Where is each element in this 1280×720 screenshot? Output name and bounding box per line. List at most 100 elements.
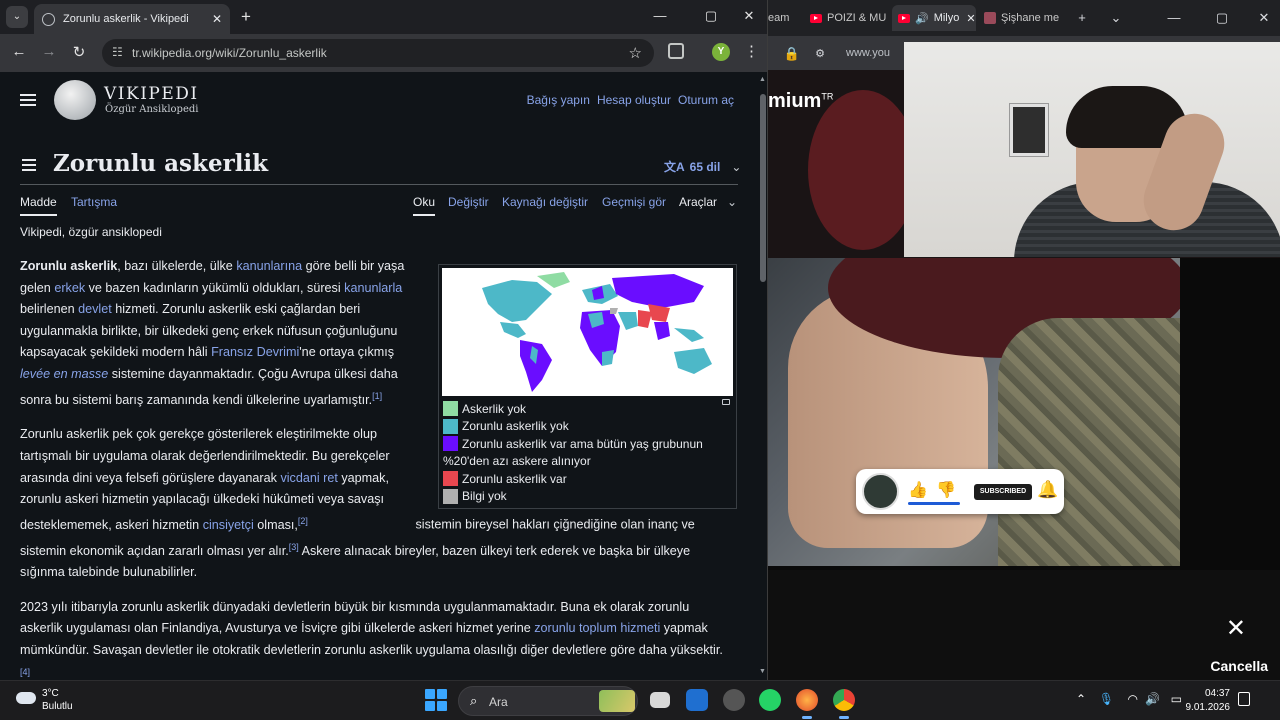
tab-sishane[interactable]: Şişhane me <box>984 5 1070 31</box>
beret-shape <box>808 90 918 250</box>
maximize-icon[interactable]: ▢ <box>699 8 723 24</box>
task-view-icon[interactable] <box>650 692 670 708</box>
minimize-icon[interactable]: — <box>648 8 672 23</box>
login-link[interactable]: Oturum aç <box>678 93 734 107</box>
microphone-icon[interactable]: 🎙 <box>1099 692 1114 706</box>
temperature: 3°C <box>42 688 59 699</box>
site-info-icon[interactable]: ☷ <box>112 45 123 59</box>
profile-avatar[interactable]: Y <box>712 43 730 61</box>
menu-kebab-icon[interactable]: ⋮ <box>744 42 759 60</box>
site-settings-icon[interactable]: ⚙ <box>806 44 834 64</box>
taskbar-search[interactable]: ⌕ Ara <box>458 686 638 716</box>
reference-link[interactable]: [4] <box>20 667 30 677</box>
tools-menu[interactable]: Araçlar <box>679 195 717 209</box>
firefox-icon[interactable] <box>796 689 818 719</box>
scroll-up-icon[interactable]: ▲ <box>759 76 766 83</box>
tab-kaynak-degistir[interactable]: Kaynağı değiştir <box>502 195 588 209</box>
speaker-icon: 🔊 <box>915 12 929 25</box>
tab-label: POIZI & MU <box>827 12 887 24</box>
thumbs-up-icon[interactable]: 👍 <box>908 480 928 500</box>
link-devlet[interactable]: devlet <box>78 302 112 316</box>
page-title: Zorunlu askerlik <box>53 150 269 177</box>
tab-madde[interactable]: Madde <box>20 195 57 216</box>
link-erkek[interactable]: erkek <box>54 281 85 295</box>
chrome-icon[interactable] <box>833 689 855 719</box>
close-window-icon[interactable]: ✕ <box>1250 8 1278 28</box>
forward-icon[interactable]: → <box>38 43 60 60</box>
reference-link[interactable]: [3] <box>289 542 299 552</box>
text: olması, <box>253 517 298 532</box>
reference-link[interactable]: [1] <box>372 391 382 401</box>
language-button[interactable]: 文A 65 dil ⌄ <box>664 158 741 175</box>
app-icon[interactable] <box>723 689 745 711</box>
tab-label: eam <box>768 12 790 24</box>
tab-stream[interactable]: eam <box>768 5 804 31</box>
tab-search-icon[interactable]: ⌄ <box>1102 8 1130 28</box>
tab-tartisma[interactable]: Tartışma <box>71 195 117 209</box>
new-tab-icon[interactable]: + <box>236 7 256 27</box>
cloud-icon <box>16 692 36 704</box>
wikipedia-wordmark[interactable]: VIKIPEDI <box>104 84 199 104</box>
translate-icon: 文A <box>664 160 685 174</box>
link-kanunlarina[interactable]: kanunlarına <box>236 259 302 273</box>
volume-icon[interactable]: 🔊 <box>1145 692 1160 706</box>
link-cinsiyetci[interactable]: cinsiyetçi <box>203 518 254 532</box>
maximize-icon[interactable]: ▢ <box>1208 8 1236 28</box>
table-of-contents-icon[interactable] <box>22 159 36 171</box>
address-bar[interactable]: ☷ tr.wikipedia.org/wiki/Zorunlu_askerlik… <box>102 39 654 67</box>
battery-icon[interactable]: ▭ <box>1171 692 1182 706</box>
link-zorunlu-toplum-hizmeti[interactable]: zorunlu toplum hizmeti <box>534 621 660 635</box>
wifi-icon[interactable]: ◠ <box>1128 692 1138 706</box>
back-icon[interactable]: ← <box>8 43 30 60</box>
bookmark-star-icon[interactable]: ☆ <box>629 44 642 62</box>
reload-icon[interactable]: ↻ <box>68 43 90 61</box>
tab-search-icon[interactable]: ⌄ <box>6 6 28 28</box>
show-hidden-icons-icon[interactable]: ⌃ <box>1076 692 1086 706</box>
link-kanunlarla[interactable]: kanunlarla <box>344 281 402 295</box>
text: , bazı ülkelerde, ülke <box>117 259 237 273</box>
link-vicdani-ret[interactable]: vicdani ret <box>280 471 337 485</box>
mail-icon[interactable] <box>686 689 708 711</box>
new-tab-icon[interactable]: + <box>1068 8 1096 28</box>
donate-link[interactable]: Bağış yapın <box>527 93 590 107</box>
tab-poizi[interactable]: POIZI & MU <box>808 5 892 31</box>
like-underline <box>908 502 960 505</box>
link-levee-en-masse[interactable]: levée en masse <box>20 367 108 381</box>
tab-zorunlu-askerlik[interactable]: Zorunlu askerlik - Vikipedi ✕ <box>34 4 230 34</box>
close-icon[interactable]: ✕ <box>1226 614 1246 643</box>
wikipedia-globe-logo[interactable] <box>54 80 96 120</box>
page-scrollbar[interactable]: ▲ ▼ <box>758 72 767 680</box>
whatsapp-icon[interactable] <box>759 689 781 711</box>
close-icon[interactable]: ✕ <box>966 12 975 25</box>
thumbs-down-icon[interactable]: 👎 <box>936 480 956 500</box>
cancel-button[interactable]: Cancella <box>1210 658 1268 674</box>
main-menu-icon[interactable] <box>20 94 36 106</box>
chevron-down-icon[interactable]: ⌄ <box>727 195 737 209</box>
tab-oku[interactable]: Oku <box>413 195 436 216</box>
premium-text: mium <box>768 90 822 112</box>
tab-degistir[interactable]: Değiştir <box>448 195 489 209</box>
youtube-url[interactable]: www.you <box>846 47 890 59</box>
youtube-tab-bar: eam POIZI & MU 🔊 Milyo ✕ Şişhane me + ⌄ — … <box>768 0 1280 36</box>
tab-gecmis[interactable]: Geçmişi gör <box>602 195 666 209</box>
site-subtitle: Vikipedi, özgür ansiklopedi <box>20 225 162 239</box>
clock[interactable]: 04:37 9.01.2026 <box>1186 687 1231 715</box>
weather-widget[interactable]: 3°C Bulutlu <box>16 687 73 713</box>
link-fransiz-devrimi[interactable]: Fransız Devrimi <box>211 345 299 359</box>
reference-link[interactable]: [2] <box>298 516 308 526</box>
close-icon[interactable]: ✕ <box>212 12 222 26</box>
scroll-down-icon[interactable]: ▼ <box>759 668 766 675</box>
windows-start-icon[interactable] <box>425 689 447 711</box>
create-account-link[interactable]: Hesap oluştur <box>597 93 671 107</box>
minimize-icon[interactable]: — <box>1160 8 1188 28</box>
bell-icon[interactable]: 🔔 <box>1037 480 1058 500</box>
subscribed-button[interactable]: SUBSCRIBED <box>974 484 1032 500</box>
scrollbar-thumb[interactable] <box>760 94 766 282</box>
tab-milyo[interactable]: 🔊 Milyo ✕ <box>892 5 976 31</box>
wikipedia-tagline: Özgür Ansiklopedi <box>105 104 199 115</box>
tab-title: Zorunlu askerlik - Vikipedi <box>63 13 189 25</box>
notification-icon[interactable] <box>1238 692 1250 706</box>
close-window-icon[interactable]: ✕ <box>737 8 761 24</box>
extensions-icon[interactable] <box>668 43 684 59</box>
browser-toolbar: ← → ↻ ☷ tr.wikipedia.org/wiki/Zorunlu_as… <box>0 34 767 72</box>
